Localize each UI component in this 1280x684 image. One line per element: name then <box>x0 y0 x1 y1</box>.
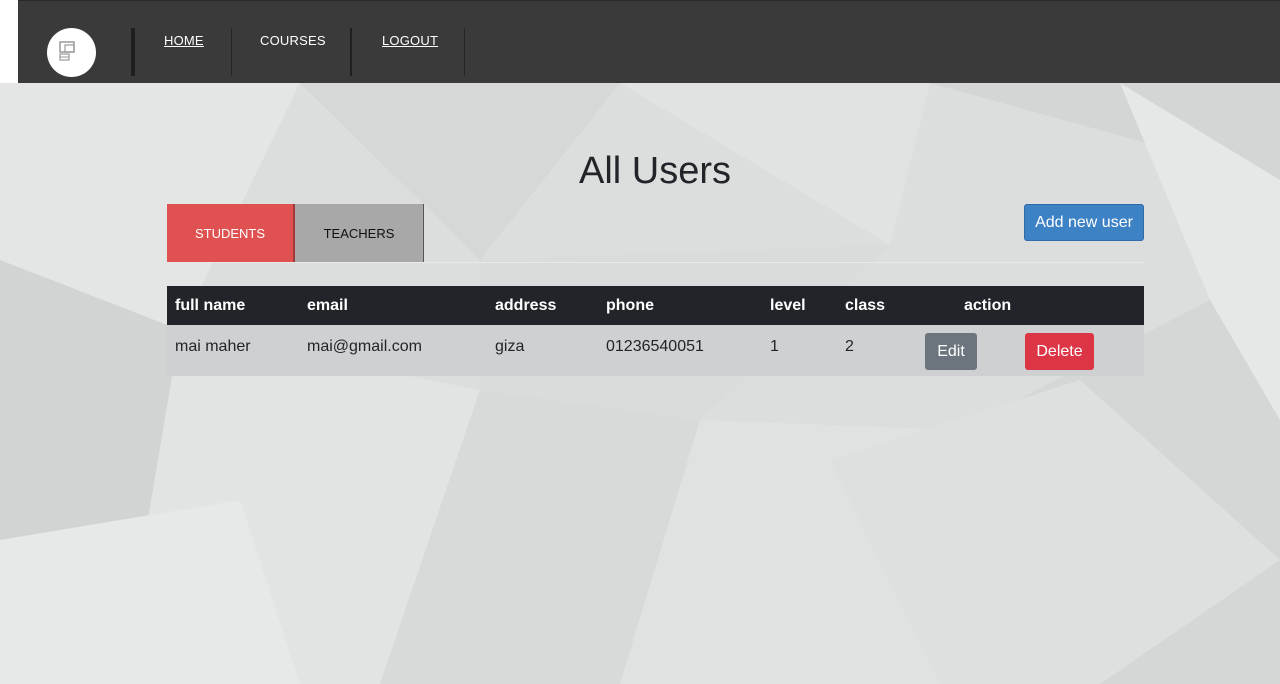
users-table: full name email address phone level clas… <box>167 286 1144 376</box>
column-header-level: level <box>770 297 806 314</box>
nav-divider <box>131 28 135 76</box>
add-new-user-button[interactable]: Add new user <box>1024 204 1144 241</box>
cell-address: giza <box>495 338 525 355</box>
nav-divider <box>350 28 352 76</box>
tab-teachers[interactable]: TEACHERS <box>295 204 424 262</box>
table-header: full name email address phone level clas… <box>167 286 1144 325</box>
nav-home-link[interactable]: HOME <box>164 33 204 49</box>
delete-button[interactable]: Delete <box>1025 333 1094 370</box>
logo-icon <box>59 41 75 61</box>
nav-divider <box>231 28 232 76</box>
cell-email: mai@gmail.com <box>307 338 422 355</box>
column-header-email: email <box>307 297 348 314</box>
column-header-class: class <box>845 297 886 314</box>
page-title: All Users <box>578 150 732 192</box>
column-header-full-name: full name <box>175 297 246 314</box>
tab-divider <box>167 262 1144 263</box>
cell-full-name: mai maher <box>175 338 251 355</box>
cell-level: 1 <box>770 338 779 355</box>
table-row: mai maher mai@gmail.com giza 01236540051… <box>167 325 1144 376</box>
column-header-action: action <box>964 297 1012 314</box>
edit-button[interactable]: Edit <box>925 333 977 370</box>
logo[interactable] <box>47 28 96 77</box>
cell-class: 2 <box>845 338 854 355</box>
column-header-address: address <box>495 297 557 314</box>
nav-divider <box>464 28 465 76</box>
cell-phone: 01236540051 <box>606 338 704 355</box>
nav-courses-link[interactable]: COURSES <box>260 33 326 49</box>
top-navbar: HOME COURSES LOGOUT <box>18 0 1280 83</box>
page-edge <box>0 0 18 83</box>
tab-students[interactable]: STUDENTS <box>167 204 295 262</box>
nav-logout-link[interactable]: LOGOUT <box>382 33 438 49</box>
column-header-phone: phone <box>606 297 654 314</box>
